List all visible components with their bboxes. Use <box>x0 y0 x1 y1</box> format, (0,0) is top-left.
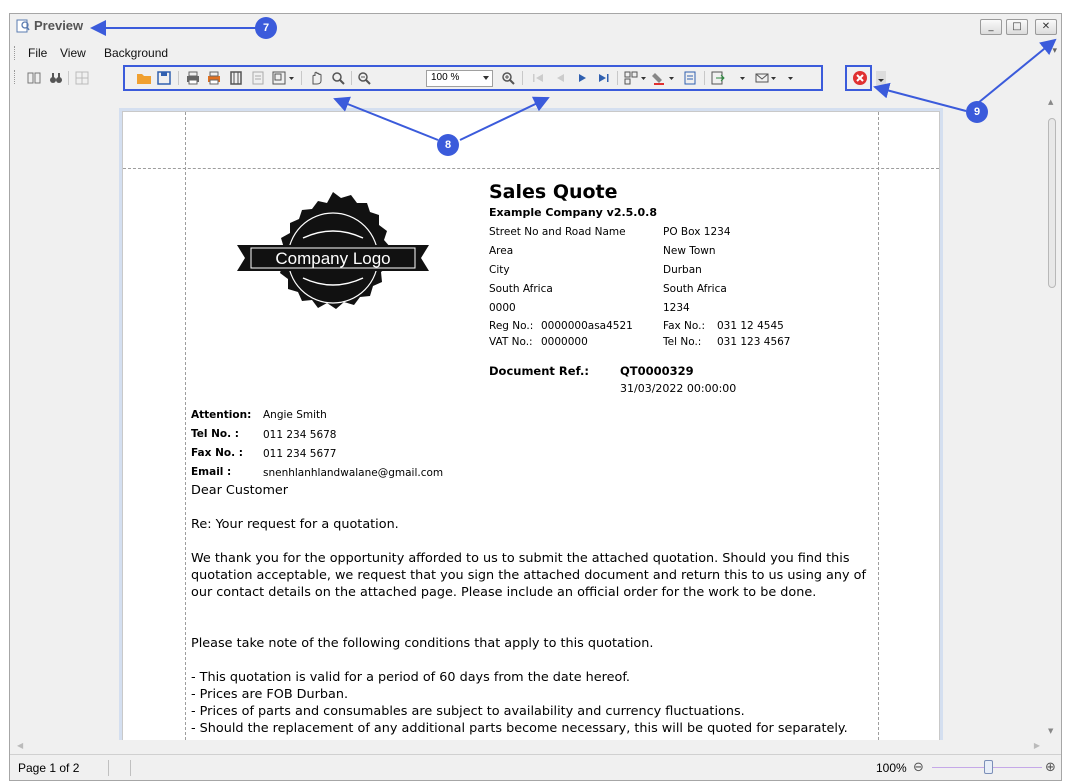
paragraph-intro: We thank you for the opportunity afforde… <box>191 551 866 600</box>
address-left-1: Street No and Road Name <box>489 226 626 238</box>
callout-8: 8 <box>437 134 459 156</box>
document-ref-label: Document Ref.: <box>489 364 589 378</box>
toolbar: 100 % <box>10 65 1061 92</box>
attention-value: Angie Smith <box>263 409 327 421</box>
status-bar: Page 1 of 2 100% ⊖ ⊕ <box>10 754 1061 780</box>
vertical-scrollbar[interactable]: ▲ ▼ <box>1045 94 1059 739</box>
document-page: Company Logo Sales Quote Example Company… <box>122 111 940 751</box>
horizontal-scrollbar[interactable]: ◀ ▶ <box>11 740 1046 754</box>
address-left-3: City <box>489 264 510 276</box>
close-preview-highlight-9 <box>845 65 872 91</box>
minimize-button[interactable]: _ <box>980 19 1002 35</box>
toolbar-overflow-icon[interactable] <box>876 70 886 86</box>
scroll-left-icon[interactable]: ◀ <box>17 741 23 750</box>
re-line: Re: Your request for a quotation. <box>191 517 399 532</box>
menu-overflow-icon[interactable]: ▾ <box>1052 46 1057 56</box>
address-right-2: New Town <box>663 245 716 257</box>
zoom-in-slider-icon[interactable]: ⊕ <box>1045 760 1056 775</box>
callout-9: 9 <box>966 101 988 123</box>
menu-background[interactable]: Background <box>104 46 168 60</box>
email-label: Email : <box>191 466 232 478</box>
callout-7: 7 <box>255 17 277 39</box>
menu-grip[interactable] <box>14 46 17 60</box>
maximize-button[interactable]: □ <box>1006 19 1028 35</box>
contact-fax-value: 011 234 5677 <box>263 448 337 460</box>
condition-4: - Should the replacement of any addition… <box>191 721 848 736</box>
address-right-3: Durban <box>663 264 702 276</box>
find-icon[interactable] <box>48 70 64 86</box>
contact-tel-label: Tel No. : <box>191 428 239 440</box>
address-right-1: PO Box 1234 <box>663 226 731 238</box>
salutation: Dear Customer <box>191 483 289 498</box>
document-title: Sales Quote <box>489 181 618 203</box>
multi-page-icon[interactable] <box>74 70 90 86</box>
vat-no-value: 0000000 <box>541 336 588 348</box>
address-right-4: South Africa <box>663 283 727 295</box>
scroll-right-icon[interactable]: ▶ <box>1034 741 1040 750</box>
document-ref-value: QT0000329 <box>620 364 694 378</box>
scroll-down-icon[interactable]: ▼ <box>1048 727 1053 735</box>
company-logo: Company Logo <box>233 189 433 327</box>
address-left-5: 0000 <box>489 302 516 314</box>
address-right-5: 1234 <box>663 302 690 314</box>
preview-app-icon <box>16 19 30 33</box>
page-indicator: Page 1 of 2 <box>18 761 80 775</box>
logo-text: Company Logo <box>275 249 390 268</box>
show-hide-thumbnails-icon[interactable] <box>26 70 42 86</box>
zoom-slider-thumb[interactable] <box>984 760 993 774</box>
reg-no-label: Reg No.: <box>489 320 534 332</box>
preview-window: Preview _ □ ✕ File View Background ▾ 100… <box>9 13 1062 781</box>
zoom-level: 100% <box>876 761 907 775</box>
vat-no-label: VAT No.: <box>489 336 533 348</box>
tel-no-label: Tel No.: <box>663 336 702 348</box>
email-value: snenhlanhlandwalane@gmail.com <box>263 467 444 479</box>
close-window-button[interactable]: ✕ <box>1035 19 1057 35</box>
paragraph-conditions-intro: Please take note of the following condit… <box>191 636 654 651</box>
attention-label: Attention: <box>191 409 252 421</box>
zoom-out-slider-icon[interactable]: ⊖ <box>913 760 924 775</box>
left-margin-guide <box>185 112 186 750</box>
address-left-4: South Africa <box>489 283 553 295</box>
contact-fax-label: Fax No. : <box>191 447 243 459</box>
condition-2: - Prices are FOB Durban. <box>191 687 349 702</box>
window-title: Preview <box>34 18 84 33</box>
condition-1: - This quotation is valid for a period o… <box>191 670 630 685</box>
toolbar-highlight-8 <box>123 65 823 91</box>
fax-no-label: Fax No.: <box>663 320 706 332</box>
company-name: Example Company v2.5.0.8 <box>489 206 657 219</box>
contact-tel-value: 011 234 5678 <box>263 429 337 441</box>
address-left-2: Area <box>489 245 514 257</box>
condition-3: - Prices of parts and consumables are su… <box>191 704 745 719</box>
toolbar-grip[interactable] <box>14 70 17 84</box>
menu-file[interactable]: File <box>28 46 47 60</box>
menu-view[interactable]: View <box>60 46 86 60</box>
tel-no-value: 031 123 4567 <box>717 336 791 348</box>
top-margin-guide <box>123 168 939 169</box>
menu-bar: File View Background ▾ <box>10 42 1061 64</box>
reg-no-value: 0000000asa4521 <box>541 320 633 332</box>
title-bar: Preview _ □ ✕ <box>10 14 1061 40</box>
document-viewport[interactable]: Company Logo Sales Quote Example Company… <box>11 94 1045 751</box>
right-margin-guide <box>878 112 879 750</box>
scroll-up-icon[interactable]: ▲ <box>1048 98 1053 106</box>
vertical-scroll-thumb[interactable] <box>1048 118 1056 288</box>
document-date: 31/03/2022 00:00:00 <box>620 382 737 395</box>
fax-no-value: 031 12 4545 <box>717 320 784 332</box>
